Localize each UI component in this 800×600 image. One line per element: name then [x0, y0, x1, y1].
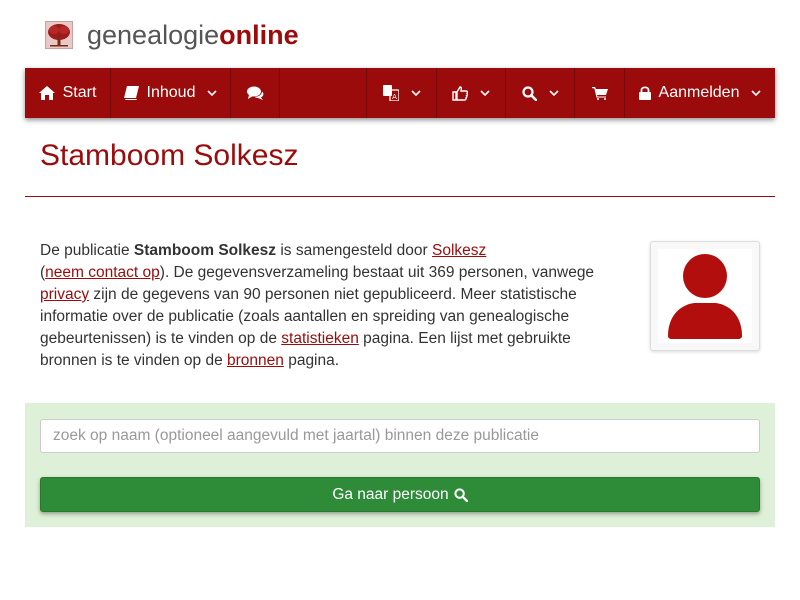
statistics-link[interactable]: statistieken [281, 330, 359, 347]
search-icon [454, 487, 468, 502]
chevron-down-icon [410, 90, 421, 97]
translate-icon: A [382, 85, 399, 101]
intro-text: De publicatie [40, 242, 134, 259]
site-name-part1: genealogie [87, 19, 220, 50]
nav-shop[interactable] [575, 68, 625, 118]
publication-intro: De publicatie Stamboom Solkesz is sameng… [40, 240, 620, 372]
nav-language[interactable]: A [367, 68, 437, 118]
lock-icon [638, 86, 651, 100]
chevron-down-icon [751, 90, 762, 97]
chevron-down-icon [207, 90, 218, 97]
svg-text:A: A [392, 93, 397, 101]
nav-share[interactable] [437, 68, 506, 118]
intro-text: ). De gegevensverzameling bestaat uit 36… [159, 264, 595, 281]
site-logo[interactable]: genealogieonline [45, 18, 299, 52]
nav-start-label: Start [62, 84, 97, 101]
avatar [658, 249, 752, 343]
author-avatar-card[interactable] [650, 241, 760, 351]
nav-search[interactable] [506, 68, 575, 118]
privacy-link[interactable]: privacy [40, 286, 89, 303]
go-to-person-label: Ga naar persoon [332, 485, 449, 503]
book-icon [123, 86, 139, 100]
author-link[interactable]: Solkesz [432, 242, 486, 259]
chevron-down-icon [548, 90, 559, 97]
publication-name: Stamboom Solkesz [133, 242, 277, 259]
nav-forum[interactable] [231, 68, 280, 118]
thumbs-up-icon [452, 85, 468, 101]
sources-link[interactable]: bronnen [227, 352, 284, 369]
comments-icon [246, 86, 263, 100]
page-title: Stamboom Solkesz [40, 139, 299, 172]
nav-aanmelden[interactable]: Aanmelden [625, 68, 775, 118]
nav-inhoud-label: Inhoud [146, 84, 196, 101]
nav-start[interactable]: Start [25, 68, 111, 118]
user-icon [668, 254, 742, 339]
nav-aanmelden-label: Aanmelden [658, 84, 740, 101]
home-icon [38, 86, 55, 100]
person-search-input[interactable] [40, 419, 760, 453]
contact-link[interactable]: neem contact op [45, 264, 160, 281]
tree-logo-icon [45, 21, 73, 49]
title-divider [25, 196, 775, 197]
main-navbar: Start Inhoud A Aanmelden [25, 68, 775, 118]
nav-inhoud[interactable]: Inhoud [111, 68, 231, 118]
intro-text: is samengesteld door [276, 242, 432, 259]
chevron-down-icon [480, 90, 490, 97]
site-name-part2: online [219, 19, 299, 50]
search-icon [521, 85, 537, 101]
go-to-person-button[interactable]: Ga naar persoon [40, 477, 760, 512]
nav-spacer [280, 68, 367, 118]
intro-text: pagina. [283, 352, 340, 369]
cart-icon [591, 87, 608, 100]
site-name: genealogieonline [87, 20, 299, 51]
person-search-panel: Ga naar persoon [25, 403, 775, 527]
